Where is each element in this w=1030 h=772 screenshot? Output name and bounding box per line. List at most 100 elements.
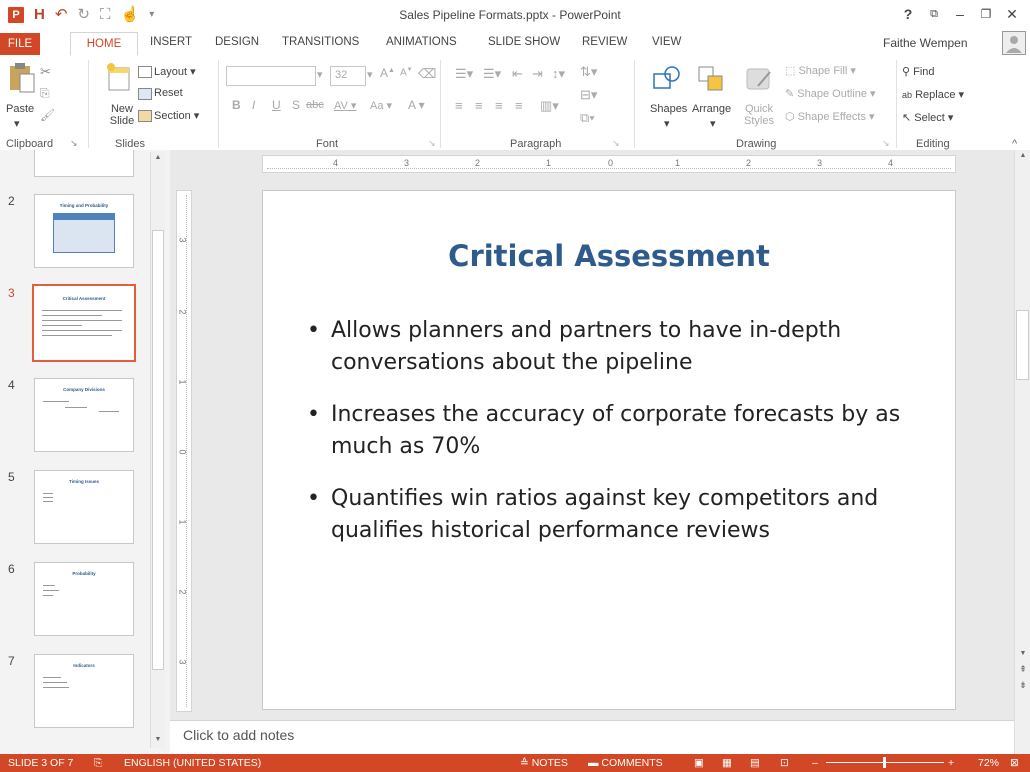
shapes-dropdown-icon[interactable]: ▾ [664,117,670,130]
thumbnail-scrollbar[interactable]: ▲ ▼ [150,152,165,748]
tab-file[interactable]: FILE [0,33,40,55]
tab-animations[interactable]: ANIMATIONS [386,36,457,48]
drawing-launcher-icon[interactable]: ↘ [882,138,890,149]
minimize-button[interactable]: – [947,4,973,24]
user-avatar[interactable] [1002,31,1026,55]
bold-button[interactable]: B [232,98,241,112]
slide-thumbnail-4[interactable]: Company Divisions [34,378,134,452]
copy-icon[interactable]: ⎘ [40,86,50,101]
paste-dropdown-icon[interactable]: ▾ [14,117,20,130]
shapes-icon[interactable] [652,64,682,97]
font-size-box[interactable]: 32 [330,66,366,86]
bullet-item[interactable]: • Increases the accuracy of corporate fo… [307,399,947,463]
new-slide-label[interactable]: New Slide [108,103,136,127]
select-button[interactable]: ↖ Select ▾ [902,111,953,124]
scroll-up-icon[interactable]: ▲ [152,154,164,164]
zoom-out-button[interactable]: – [812,757,818,769]
fit-slide-icon[interactable]: ⊠ [1010,757,1019,769]
slide-show-icon[interactable]: ⊡ [780,757,789,769]
zoom-in-button[interactable]: + [948,757,954,769]
font-size-dropdown-icon[interactable]: ▾ [367,68,373,81]
bullet-item[interactable]: • Quantifies win ratios against key comp… [307,483,947,547]
collapse-ribbon-icon[interactable]: ^ [1012,138,1017,150]
bullets-icon[interactable]: ☰▾ [455,66,473,82]
format-painter-icon[interactable]: 🖌 [40,108,55,122]
shadow-button[interactable]: S [292,98,300,112]
language-indicator[interactable]: ENGLISH (UNITED STATES) [124,757,261,769]
clear-formatting-icon[interactable]: ⌫ [418,66,436,82]
reading-view-icon[interactable]: ▤ [750,757,760,769]
zoom-slider-thumb[interactable] [883,757,886,768]
tab-home[interactable]: HOME [70,32,138,56]
reset-icon[interactable] [138,88,152,100]
section-button[interactable]: Section ▾ [154,109,199,122]
layout-icon[interactable] [138,66,152,78]
arrange-icon[interactable] [696,64,726,97]
slide-sorter-icon[interactable]: ▦ [722,757,732,769]
close-button[interactable]: ✕ [999,4,1025,24]
shape-fill-button[interactable]: ⬚ Shape Fill ▾ [785,64,856,77]
paste-icon[interactable] [8,62,36,97]
zoom-level[interactable]: 72% [978,757,999,769]
tab-design[interactable]: DESIGN [215,36,259,48]
next-slide-icon[interactable]: ⇟ [1017,680,1029,691]
touch-mode-icon[interactable]: ☝ [121,7,140,23]
reset-button[interactable]: Reset [154,87,183,99]
powerpoint-logo-icon[interactable]: P [8,7,24,23]
arrange-button[interactable]: Arrange [692,103,731,115]
convert-smartart-icon[interactable]: ⧉▾ [580,110,595,126]
paste-label[interactable]: Paste [6,103,34,115]
section-icon[interactable] [138,110,152,122]
line-spacing-icon[interactable]: ↕▾ [552,66,565,82]
vertical-ruler[interactable]: 3 2 1 0 1 2 3 [176,190,192,712]
customize-qat-icon[interactable]: ▾ [149,7,154,23]
tab-slide-show[interactable]: SLIDE SHOW [488,36,560,48]
shapes-button[interactable]: Shapes [650,103,687,115]
numbering-icon[interactable]: ☰▾ [483,66,501,82]
scrollbar-thumb[interactable] [1016,310,1029,380]
font-name-dropdown-icon[interactable]: ▾ [317,68,323,81]
new-slide-icon[interactable] [106,62,132,97]
previous-slide-icon[interactable]: ⇞ [1017,664,1029,675]
slide-thumbnail-3[interactable]: Critical Assessment [32,284,136,362]
shape-effects-button[interactable]: ⬡ Shape Effects ▾ [785,110,875,123]
increase-indent-icon[interactable]: ⇥ [532,66,543,82]
align-text-icon[interactable]: ⊟▾ [580,87,597,103]
help-button[interactable]: ? [895,4,921,24]
decrease-indent-icon[interactable]: ⇤ [512,66,523,82]
paragraph-launcher-icon[interactable]: ↘ [612,138,620,149]
columns-icon[interactable]: ▥▾ [540,98,559,114]
shrink-font-icon[interactable]: A▼ [400,67,413,78]
save-icon[interactable]: H [34,7,45,23]
spell-check-icon[interactable]: ⎘ [94,757,102,770]
grow-font-icon[interactable]: A▲ [380,66,395,80]
slide-thumbnail-7[interactable]: Indicators [34,654,134,728]
slide-scrollbar[interactable]: ▲ ▼ ⇞ ⇟ [1014,150,1030,754]
scrollbar-thumb[interactable] [152,230,164,670]
start-from-beginning-icon[interactable]: ⛶ [100,7,111,23]
slide-thumbnail-1-partial[interactable] [34,150,134,177]
scroll-up-icon[interactable]: ▲ [1017,152,1029,159]
quick-styles-icon[interactable] [744,64,774,97]
slide-thumbnail-6[interactable]: Probability [34,562,134,636]
tab-view[interactable]: VIEW [652,36,681,48]
align-right-icon[interactable]: ≡ [495,98,503,113]
scroll-down-icon[interactable]: ▼ [1017,650,1029,657]
font-launcher-icon[interactable]: ↘ [428,138,436,149]
tab-review[interactable]: REVIEW [582,36,627,48]
quick-styles-button[interactable]: Quick Styles [742,103,776,127]
maximize-button[interactable]: ❐ [973,4,999,24]
ribbon-display-options-button[interactable]: ⧉ [921,4,947,24]
scroll-down-icon[interactable]: ▼ [152,736,164,746]
character-spacing-button[interactable]: AV ▾ [334,99,356,112]
text-direction-icon[interactable]: ⇅▾ [580,64,597,80]
font-color-button[interactable]: A ▾ [408,98,425,112]
cut-icon[interactable]: ✂ [40,64,51,80]
font-name-box[interactable] [226,66,316,86]
change-case-button[interactable]: Aa ▾ [370,99,392,112]
bullet-item[interactable]: • Allows planners and partners to have i… [307,315,947,379]
find-button[interactable]: ⚲ Find [902,65,935,78]
tab-transitions[interactable]: TRANSITIONS [282,36,359,48]
normal-view-icon[interactable]: ▣ [694,757,704,769]
redo-icon[interactable]: ↻ [77,7,90,23]
